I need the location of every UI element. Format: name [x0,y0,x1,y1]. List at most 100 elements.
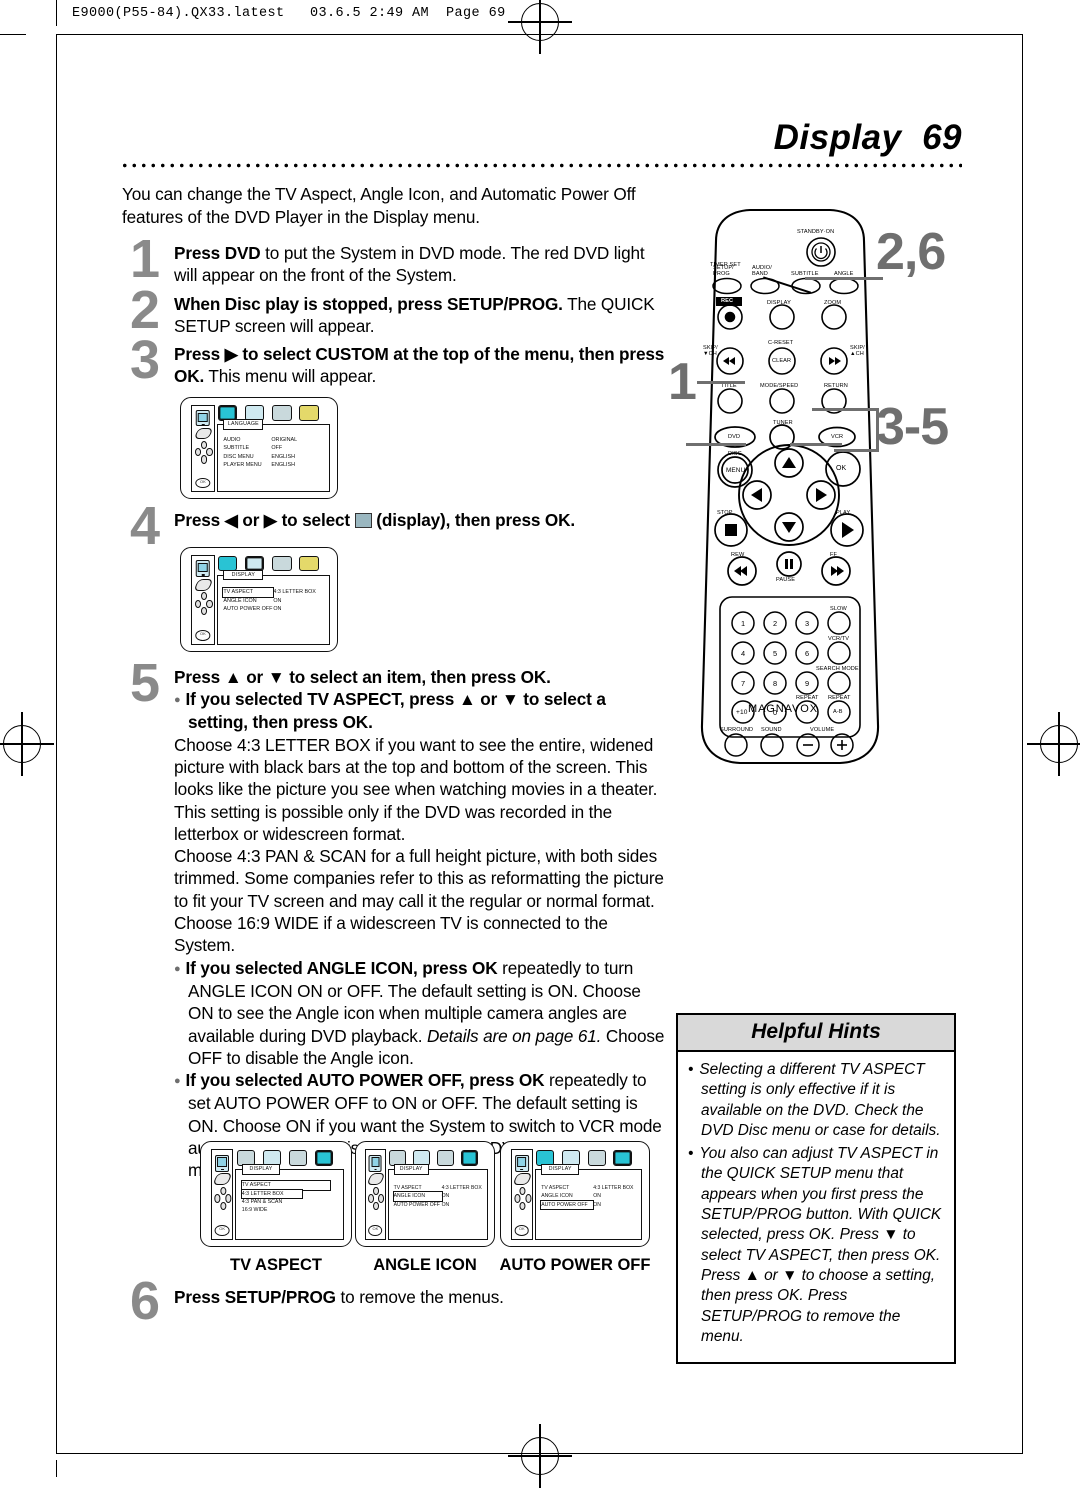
page-title-text: Display [773,118,902,157]
label-play: PLAY [836,510,851,516]
row-key: 16:9 WIDE [241,1207,268,1214]
bullet-2-italic: Details are on page 61. [426,1025,602,1046]
label-clear: CLEAR [772,358,792,364]
row-key: AUDIO [223,437,241,444]
leader-line-3-5-bottom [790,443,842,446]
row-key: ANGLE ICON [392,1191,443,1202]
remote-icon [193,427,214,440]
bullet-3-bold: If you selected AUTO POWER OFF, press OK [185,1070,545,1091]
step-6: 6 Press SETUP/PROG to remove the menus. [122,1274,670,1328]
menu-tab-label: LANGUAGE [223,418,264,430]
label-zoom: ZOOM [824,300,842,306]
menu-tab-label: DISPLAY [393,1164,429,1175]
row-key: TV ASPECT [222,586,275,598]
step-3-text: Press ▶ to select CUSTOM at the top of t… [174,343,670,388]
step-5-bullet-1: If you selected TV ASPECT, press ▲ or ▼ … [186,688,670,734]
menu-rows: TV ASPECT 4:3 LETTER BOX ANGLE ICON ON AUT… [540,1184,639,1211]
instructions-column: You can change the TV Aspect, Angle Icon… [122,183,670,1182]
step-4-bold: Press ◀ or ▶ to select [174,509,350,530]
tv-menu-language-inner: OK LANGUAGE AUDIO ORIGINAL SUBTITLE OFF … [191,404,330,492]
step-5-bullet-2: If you selected ANGLE ICON, press OK rep… [186,957,670,1069]
step-1-text: Press DVD to put the System in DVD mode.… [174,242,670,287]
remote-brand-label: MAGNAVOX [748,703,818,715]
menu-rows: TV ASPECT 4:3 LETTER BOX ANGLE ICON ON AUT… [222,586,326,614]
label-display: DISPLAY [767,300,791,306]
label-dvd: DVD [728,434,741,440]
menu-row: SUBTITLE OFF [223,444,326,452]
ok-pill: OK [514,1225,530,1237]
label-c-reset: C-RESET [768,340,794,346]
display-tab-icon [354,512,372,528]
row-value: ON [593,1193,601,1200]
step-6-bold: Press SETUP/PROG [174,1287,336,1307]
monitor-icon [215,1154,230,1172]
label-audio-band: AUDIO/ BAND [752,265,772,277]
label-skip-down: SKIP/ ▼CH [703,345,718,357]
remote-control-figure: TIMER SET STANDBY·ON SETUP/ PROG AUDIO/ … [690,205,890,770]
helpful-hints-body: Selecting a different TV ASPECT setting … [678,1052,954,1362]
label-rec: REC [721,298,734,304]
menu-row-selected: TV ASPECT 4:3 LETTER BOX [222,586,326,598]
step-1: 1 Press DVD to put the System in DVD mod… [122,232,670,287]
step-1-number: 1 [129,229,161,289]
key-2: 2 [773,619,778,628]
key-7: 7 [741,679,746,688]
key-9: 9 [805,679,810,688]
step-5: 5 Press ▲ or ▼ to select an item, then p… [122,656,670,1182]
menu-row: AUDIO ORIGINAL [223,436,326,444]
step-6-rest: to remove the menus. [335,1287,504,1307]
menu-row: 4:3 LETTER BOX [240,1188,341,1200]
ok-pill: OK [368,1225,383,1237]
step-3-rest: This menu will appear. [204,366,377,387]
menu-row: ANGLE ICON ON [223,597,326,606]
step-5-text: Press ▲ or ▼ to select an item, then pre… [174,666,670,1182]
tab-selected-icon [460,1149,478,1166]
key-8: 8 [773,679,778,688]
leader-line-1 [697,381,745,384]
step-2-number: 2 [129,279,161,340]
key-5: 5 [773,649,778,658]
tv-sidebar: OK [210,1149,234,1240]
row-value: ENGLISH [271,461,296,468]
tab-audio-icon [587,1149,606,1166]
intro-paragraph: You can change the TV Aspect, Angle Icon… [122,184,636,227]
remote-icon [366,1173,386,1185]
label-tuner: TUNER [773,420,793,426]
monitor-icon [368,1154,382,1172]
menu-tab-label: DISPLAY [541,1164,580,1175]
row-key: AUTO POWER OFF [223,606,273,613]
monitor-icon [195,560,211,578]
label-volume: VOLUME [810,727,835,733]
monitor-icon [195,410,211,427]
helpful-hints-box: Helpful Hints Selecting a different TV A… [676,1013,956,1365]
tv-menu-display-inner: OK DISPLAY TV ASPECT 4:3 LETTER BOX ANGL… [191,554,330,645]
row-key: SUBTITLE [223,445,250,452]
label-vcr-tv: VCR/TV [828,636,850,642]
title-dotted-rule [120,163,962,168]
tab-lock-icon [299,405,319,421]
row-value: ON [441,1201,450,1208]
row-value: ON [273,606,282,613]
step-3-number: 3 [129,330,161,391]
tv-menu-screen: LANGUAGE AUDIO ORIGINAL SUBTITLE OFF DISC … [216,418,330,492]
menu-row-selected: AUTO POWER OFF ON [540,1199,639,1211]
tv-menu-screen: DISPLAY TV ASPECT 4:3 LETTER BOX ANGLE IC… [216,569,330,645]
menu-row: DISC MENU ENGLISH [223,453,326,461]
label-disc: DISC [728,451,742,457]
step-3: 3 Press ▶ to select CUSTOM at the top of… [122,333,670,388]
step-4: 4 Press ◀ or ▶ to select (display), then… [122,499,670,553]
row-key: ANGLE ICON [223,597,257,604]
ok-pill: OK [195,630,211,641]
tv-menu-auto-power-off-inner: OK DISPLAY TV ASPECT 4:3 LETTER BOX ANGLE… [510,1149,643,1240]
tv-menu-tv-aspect: OK DISPLAY TV ASPECT 4:3 LETTER BOX 4:3 … [200,1141,352,1247]
menu-rows: TV ASPECT 4:3 LETTER BOX 4:3 PAN & SCAN … [240,1180,341,1215]
row-key: TV ASPECT [541,1184,570,1191]
tv-sidebar: OK [510,1149,533,1240]
hint-item: Selecting a different TV ASPECT setting … [699,1060,944,1141]
row-value: ORIGINAL [271,437,298,444]
row-key: AUTO POWER OFF [540,1199,595,1211]
step-1-bold: Press DVD [174,243,261,263]
row-value: ON [273,597,282,604]
label-search-mode: SEARCH MODE [816,666,859,672]
step-6-text: Press SETUP/PROG to remove the menus. [174,1282,670,1308]
